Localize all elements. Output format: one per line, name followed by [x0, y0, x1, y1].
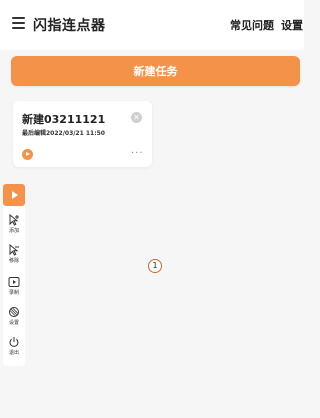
toolbar-record-label: 录制: [8, 290, 19, 296]
power-icon: [9, 337, 19, 347]
record-icon: [8, 277, 20, 287]
app-header: 闪指连点器 常见问题 设置: [0, 0, 304, 50]
toolbar-play-button[interactable]: [3, 184, 25, 206]
toolbar-settings-label: 设置: [8, 320, 19, 326]
task-card[interactable]: 新建03211121 ✕ 最后编辑2022/03/21 11:50 ···: [13, 101, 152, 167]
floating-toolbar: 添加 移除 录制 设置 退出: [3, 184, 25, 366]
menu-icon[interactable]: [12, 17, 25, 29]
toolbar-record-button[interactable]: 录制: [3, 276, 25, 302]
add-click-icon: [9, 214, 19, 226]
faq-link[interactable]: 常见问题: [230, 17, 274, 33]
new-task-button[interactable]: 新建任务: [11, 56, 300, 86]
toolbar-power-button[interactable]: 退出: [3, 336, 25, 362]
click-target-point[interactable]: 1: [148, 259, 162, 273]
play-icon[interactable]: [22, 149, 33, 160]
settings-icon: [9, 307, 19, 317]
toolbar-remove-button[interactable]: 移除: [3, 244, 25, 270]
task-name: 新建03211121: [22, 113, 106, 126]
toolbar-settings-button[interactable]: 设置: [3, 306, 25, 332]
close-icon[interactable]: ✕: [131, 112, 142, 123]
more-icon[interactable]: ···: [131, 148, 144, 159]
toolbar-power-label: 退出: [8, 350, 19, 356]
settings-link[interactable]: 设置: [281, 17, 303, 33]
toolbar-add-button[interactable]: 添加: [3, 214, 25, 240]
app-title: 闪指连点器: [33, 18, 106, 34]
remove-click-icon: [9, 244, 19, 256]
toolbar-add-label: 添加: [8, 228, 19, 234]
toolbar-remove-label: 移除: [8, 258, 19, 264]
task-edit-time: 最后编辑2022/03/21 11:50: [22, 130, 105, 137]
